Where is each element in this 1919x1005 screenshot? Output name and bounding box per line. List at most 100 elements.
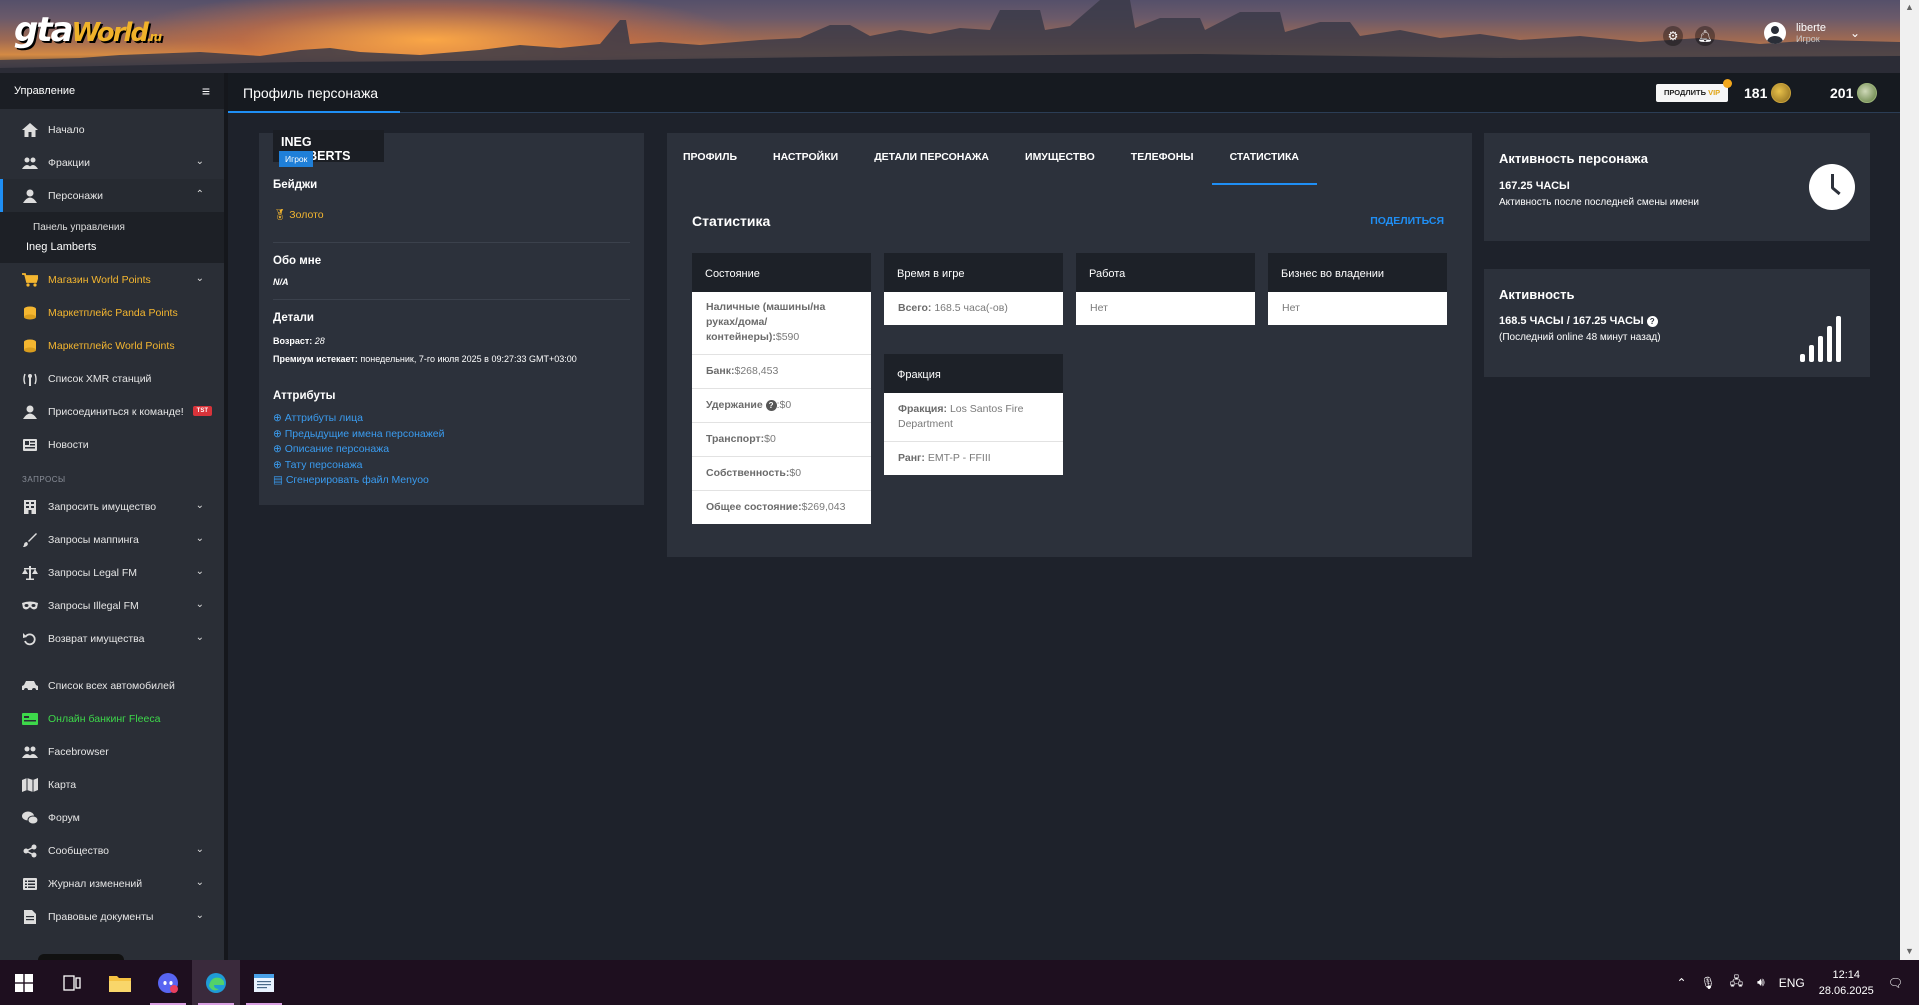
sidebar-item-facebrowser[interactable]: Facebrowser	[0, 735, 224, 768]
share-button[interactable]: ПОДЕЛИТЬСЯ	[1370, 215, 1444, 227]
sidebar-item-illegal-fm[interactable]: Запросы Illegal FM ⌄	[0, 589, 224, 622]
mask-icon	[22, 598, 38, 614]
cash-row: Наличные (машины/на руках/дома/контейнер…	[692, 292, 871, 355]
chevron-up-icon: ⌃	[195, 189, 204, 200]
section-requests: ЗАПРОСЫ	[22, 475, 66, 484]
sidebar-item-label: Карта	[48, 778, 77, 791]
sidebar-item-map[interactable]: Карта	[0, 768, 224, 801]
property-row: Собственность:$0	[692, 457, 871, 491]
job-row: Нет	[1090, 302, 1108, 314]
about-heading: Обо мне	[273, 255, 322, 267]
role-tag: Игрок	[279, 151, 314, 167]
sidebar-item-changelog[interactable]: Журнал изменений ⌄	[0, 867, 224, 900]
sidebar-item-world-marketplace[interactable]: Маркетплейс World Points	[0, 329, 224, 362]
tab-statistics[interactable]: СТАТИСТИКА	[1211, 151, 1318, 185]
character-activity-subtitle: Активность после последней смены имени	[1499, 197, 1699, 208]
chevron-down-icon: ⌄	[195, 844, 204, 855]
edge-browser-icon[interactable]	[192, 960, 240, 1005]
vip-word: VIP	[1708, 88, 1721, 97]
windows-start-icon[interactable]	[0, 960, 48, 1005]
total-label: Общее состояние:	[706, 501, 802, 513]
sidebar-header: Управление ≡	[0, 73, 224, 109]
sidebar-item-panda-marketplace[interactable]: Маркетплейс Panda Points	[0, 296, 224, 329]
chevron-down-icon[interactable]: ⌄	[1850, 26, 1860, 40]
rank-label: Ранг:	[898, 452, 925, 464]
file-icon: ▤	[273, 474, 283, 486]
sidebar-item-label: Магазин World Points	[48, 273, 151, 286]
sidebar-item-forum[interactable]: Форум	[0, 801, 224, 834]
system-clock[interactable]: 12:14 28.06.2025	[1819, 967, 1874, 999]
card-header: Работа	[1076, 253, 1255, 292]
user-menu[interactable]: liberte Игрок ⌄	[1764, 22, 1860, 44]
attr-tattoo-link[interactable]: ⊕ Тату персонажа	[273, 458, 444, 474]
link-label: Аттрибуты лица	[284, 412, 363, 424]
sidebar-item-xmr[interactable]: Список XMR станций	[0, 362, 224, 395]
page-scrollbar[interactable]: ▲ ▼	[1900, 0, 1919, 960]
chevron-up-icon[interactable]: ⌃	[1676, 976, 1686, 990]
language-indicator[interactable]: ENG	[1779, 976, 1805, 990]
sidebar-item-label: Запросить имущество	[48, 500, 157, 513]
submenu-character[interactable]: Ineg Lamberts	[0, 237, 224, 257]
shopping-cart-icon	[22, 272, 38, 288]
gta-world-logo[interactable]: gtaWorld.ru	[14, 10, 162, 50]
generate-menyoo-link[interactable]: ▤ Сгенерировать файл Menyoo	[273, 473, 444, 489]
sidebar-item-legal-docs[interactable]: Правовые документы ⌄	[0, 900, 224, 933]
tab-property[interactable]: ИМУЩЕСТВО	[1007, 151, 1113, 185]
discord-icon[interactable]	[144, 960, 192, 1005]
business-card: Бизнес во владении Нет	[1268, 253, 1447, 325]
scroll-up-icon[interactable]: ▲	[1905, 2, 1914, 12]
activity-title: Активность	[1499, 287, 1575, 302]
help-icon[interactable]: ?	[765, 400, 777, 411]
gold-points-value: 181	[1744, 85, 1768, 101]
microphone-icon[interactable]: 🎙︎	[1701, 976, 1716, 990]
tab-phones[interactable]: ТЕЛЕФОНЫ	[1113, 151, 1212, 185]
sidebar-item-home[interactable]: Начало	[0, 113, 224, 146]
sidebar-item-factions[interactable]: Фракции ⌄	[0, 146, 224, 179]
tab-profile[interactable]: ПРОФИЛЬ	[683, 151, 755, 185]
signal-bar	[1809, 345, 1814, 362]
badges-heading: Бейджи	[273, 179, 318, 191]
gold-points: 181	[1744, 83, 1792, 103]
menu-toggle-icon[interactable]: ≡	[202, 83, 210, 99]
sidebar-item-vehicles[interactable]: Список всех автомобилей	[0, 669, 224, 702]
tab-character-details[interactable]: ДЕТАЛИ ПЕРСОНАЖА	[856, 151, 1007, 185]
attr-face-link[interactable]: ⊕ Аттрибуты лица	[273, 411, 444, 427]
submenu-dashboard[interactable]: Панель управления	[0, 218, 224, 237]
notification-icon[interactable]: 🗨︎	[1888, 976, 1903, 990]
sidebar-item-community[interactable]: Сообщество ⌄	[0, 834, 224, 867]
sidebar-item-property-return[interactable]: Возврат имущества ⌄	[0, 622, 224, 655]
sidebar-item-join-team[interactable]: Присоединиться к команде! TST	[0, 395, 224, 428]
scroll-down-icon[interactable]: ▼	[1905, 946, 1914, 956]
attr-prev-names-link[interactable]: ⊕ Предыдущие имена персонажей	[273, 427, 444, 443]
users-icon	[22, 744, 38, 760]
sidebar-item-mapping[interactable]: Запросы маппинга ⌄	[0, 523, 224, 556]
sidebar: Управление ≡ Начало Фракции ⌄ Персонажи …	[0, 73, 224, 960]
sidebar-item-characters[interactable]: Персонажи ⌃	[0, 179, 224, 212]
notepad-icon[interactable]	[240, 960, 288, 1005]
card-header: Фракция	[884, 354, 1063, 393]
help-icon[interactable]: ?	[1646, 316, 1658, 327]
character-activity-title: Активность персонажа	[1499, 151, 1648, 166]
network-icon[interactable]: 🖧︎	[1730, 972, 1743, 993]
sidebar-item-news[interactable]: Новости	[0, 428, 224, 461]
file-explorer-icon[interactable]	[96, 960, 144, 1005]
settings-icon[interactable]: ⚙	[1663, 26, 1683, 46]
extend-vip-button[interactable]: ПРОДЛИТЬ VIP	[1656, 79, 1733, 102]
sidebar-item-fleeca[interactable]: Онлайн банкинг Fleeca	[0, 702, 224, 735]
signal-bar	[1800, 354, 1805, 362]
total-value: $269,043	[801, 501, 846, 513]
bell-icon[interactable]: 🔔︎	[1695, 26, 1715, 46]
sidebar-item-label: Персонажи	[48, 189, 103, 202]
sidebar-item-world-points-shop[interactable]: Магазин World Points ⌄	[0, 263, 224, 296]
task-view-icon[interactable]	[48, 960, 96, 1005]
sidebar-item-request-property[interactable]: Запросить имущество ⌄	[0, 490, 224, 523]
sidebar-item-legal-fm[interactable]: Запросы Legal FM ⌄	[0, 556, 224, 589]
attr-description-link[interactable]: ⊕ Описание персонажа	[273, 442, 444, 458]
volume-icon[interactable]: 🔊︎	[1757, 975, 1765, 990]
avatar[interactable]	[1764, 22, 1786, 44]
tab-settings[interactable]: НАСТРОЙКИ	[755, 151, 856, 185]
document-icon	[22, 909, 38, 925]
character-activity-card: Активность персонажа 167.25 ЧАСЫ Активно…	[1484, 133, 1870, 241]
city-skyline	[0, 0, 1900, 73]
activity-hours-value: 168.5 ЧАСЫ / 167.25 ЧАСЫ	[1499, 315, 1644, 327]
